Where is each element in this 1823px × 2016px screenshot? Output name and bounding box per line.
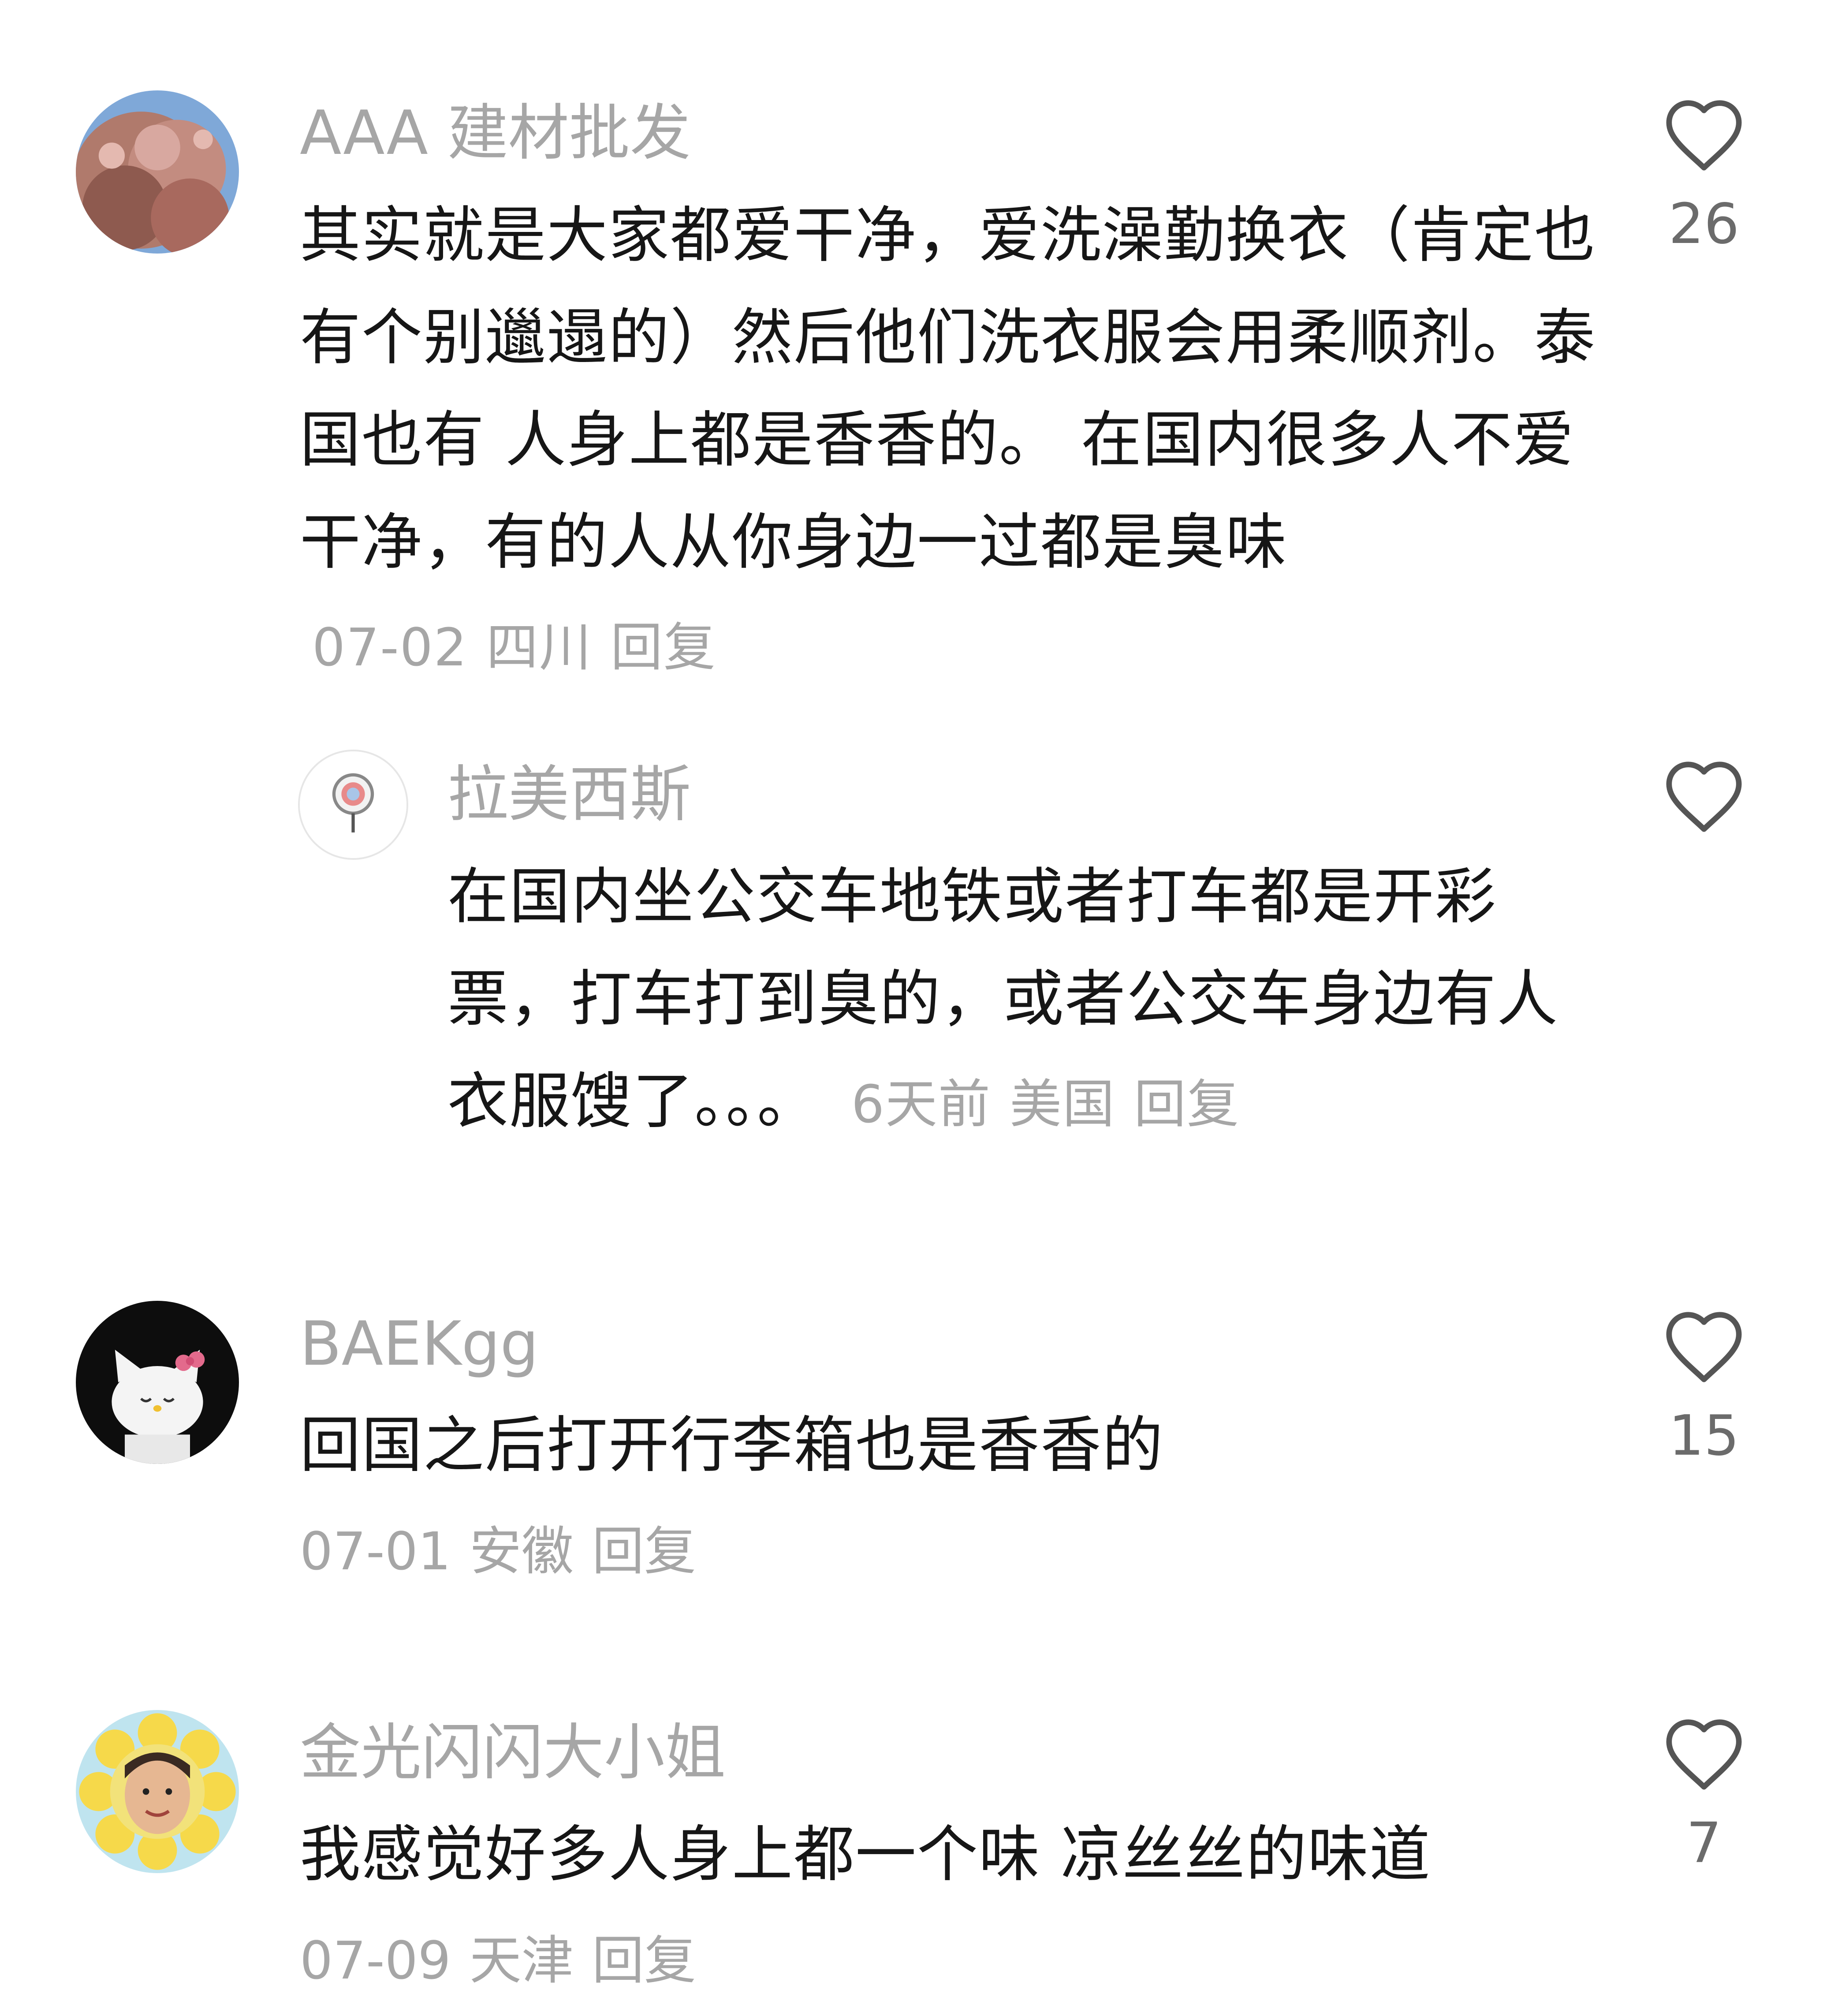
reply-button[interactable]: 回复 xyxy=(611,617,716,678)
avatar[interactable] xyxy=(76,1710,239,1873)
comment-username[interactable]: AAA 建材批发 xyxy=(300,98,691,168)
like-count: 7 xyxy=(1686,1811,1722,1875)
heart-icon xyxy=(1666,762,1742,832)
comment-date: 07-02 xyxy=(312,617,468,678)
comment-text: 其实就是大家都爱干净，爱洗澡勤换衣（肯定也有个别邋遢的）然后他们洗衣服会用柔顺剂… xyxy=(300,184,1600,698)
comment-text: 回国之后打开行李箱也是香香的 xyxy=(300,1410,1164,1481)
heart-icon xyxy=(1666,1719,1742,1790)
comment-location: 四川 xyxy=(486,617,592,678)
comment-username[interactable]: 金光闪闪大小姐 xyxy=(300,1717,726,1788)
reply-button[interactable]: 回复 xyxy=(592,1930,696,1991)
comment-date: 07-09 xyxy=(300,1930,451,1991)
reply-location: 美国 xyxy=(1009,1074,1115,1135)
reply-button[interactable]: 回复 xyxy=(1134,1074,1240,1135)
like-button[interactable] xyxy=(1647,756,1761,836)
like-button[interactable]: 15 xyxy=(1647,1307,1761,1469)
reply-meta: 6天前 美国 回复 xyxy=(851,1074,1258,1135)
comment-location: 天津 xyxy=(469,1930,574,1991)
comment-meta: 07-01 安徽 回复 xyxy=(300,1516,715,1587)
comment-text-content: 其实就是大家都爱干净，爱洗澡勤换衣（肯定也有个别邋遢的）然后他们洗衣服会用柔顺剂… xyxy=(300,200,1596,578)
like-count: 15 xyxy=(1668,1403,1740,1468)
comment-location: 安徽 xyxy=(469,1521,574,1582)
heart-icon xyxy=(1666,100,1742,171)
reply-date: 6天前 xyxy=(851,1074,991,1135)
reply-text: 在国内坐公交车地铁或者打车都是开彩票，打车打到臭的，或者公交车身边有人衣服馊了。… xyxy=(447,846,1603,1155)
comment-text: 我感觉好多人身上都一个味 凉丝丝的味道 xyxy=(300,1819,1431,1890)
comment-date: 07-01 xyxy=(300,1521,451,1582)
comment-meta: 07-02 四川 回复 xyxy=(312,617,735,678)
comment-meta: 07-09 天津 回复 xyxy=(300,1925,715,1996)
like-button[interactable]: 26 xyxy=(1647,95,1761,257)
like-button[interactable]: 7 xyxy=(1647,1714,1761,1876)
comment-username[interactable]: BAEKgg xyxy=(300,1309,539,1379)
like-count: 26 xyxy=(1668,191,1740,256)
reply-button[interactable]: 回复 xyxy=(592,1521,696,1582)
reply-username[interactable]: 拉美西斯 xyxy=(447,759,691,830)
sunflower-face-avatar xyxy=(76,1710,239,1873)
pink-blossom-tree-avatar xyxy=(76,90,239,254)
avatar[interactable] xyxy=(298,750,408,860)
lollipop-avatar xyxy=(300,751,406,858)
hello-kitty-avatar xyxy=(76,1301,239,1464)
avatar[interactable] xyxy=(76,90,239,254)
heart-icon xyxy=(1666,1312,1742,1382)
avatar[interactable] xyxy=(76,1301,239,1464)
